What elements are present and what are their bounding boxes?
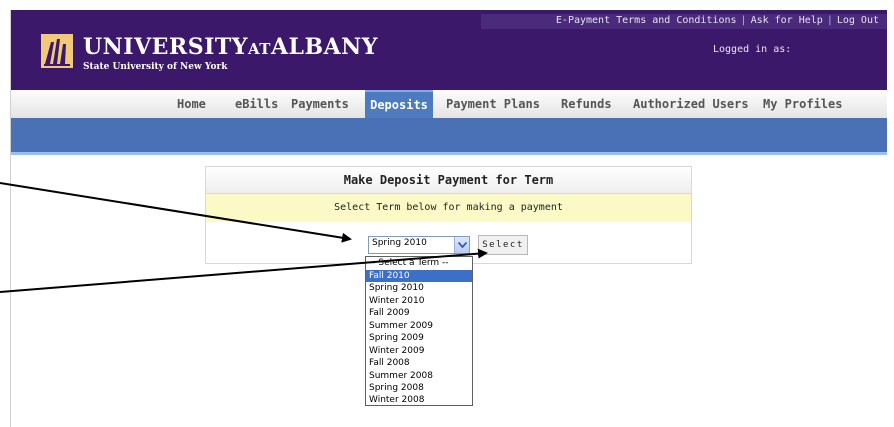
term-option[interactable]: Summer 2009	[366, 320, 472, 333]
term-option[interactable]: Spring 2008	[366, 382, 472, 395]
term-option[interactable]: -- Select a Term --	[366, 257, 472, 270]
university-name: UNIVERSITYATALBANY	[83, 34, 378, 60]
panel-title: Make Deposit Payment for Term	[206, 167, 691, 194]
tab-ebills[interactable]: eBills	[235, 90, 278, 118]
separator: |	[740, 15, 747, 26]
select-button[interactable]: Select	[478, 235, 528, 255]
tab-my-profiles[interactable]: My Profiles	[763, 90, 842, 118]
term-option[interactable]: Fall 2009	[366, 307, 472, 320]
term-option[interactable]: Spring 2009	[366, 332, 472, 345]
sub-nav-bar	[11, 118, 887, 155]
term-option[interactable]: Winter 2008	[366, 394, 472, 407]
main-nav: Home eBills Payments Deposits Payment Pl…	[11, 90, 887, 119]
panel-instruction: Select Term below for making a payment	[206, 194, 691, 222]
term-option[interactable]: Fall 2008	[366, 357, 472, 370]
logged-in-label: Logged in as:	[713, 44, 792, 55]
tab-home[interactable]: Home	[177, 90, 206, 118]
term-option[interactable]: Spring 2010	[366, 282, 472, 295]
ask-for-help-link[interactable]: Ask for Help	[751, 15, 823, 26]
term-option[interactable]: Winter 2009	[366, 345, 472, 358]
term-select[interactable]: Spring 2010	[368, 236, 470, 254]
log-out-link[interactable]: Log Out	[837, 15, 879, 26]
separator: |	[826, 15, 833, 26]
tab-authorized-users[interactable]: Authorized Users	[633, 90, 749, 118]
epayment-terms-link[interactable]: E-Payment Terms and Conditions	[556, 15, 737, 26]
term-option[interactable]: Summer 2008	[366, 370, 472, 383]
term-option-highlighted[interactable]: Fall 2010	[366, 269, 472, 282]
university-seal-icon	[41, 34, 73, 68]
tab-payments[interactable]: Payments	[291, 90, 349, 118]
tab-deposits[interactable]: Deposits	[365, 90, 433, 118]
term-select-value: Spring 2010	[372, 238, 427, 248]
chevron-down-icon[interactable]	[454, 237, 469, 253]
deposit-panel: Make Deposit Payment for Term Select Ter…	[205, 166, 692, 264]
tab-refunds[interactable]: Refunds	[561, 90, 612, 118]
university-subtitle: State University of New York	[83, 62, 228, 72]
term-option[interactable]: Winter 2010	[366, 295, 472, 308]
page: E-Payment Terms and Conditions | Ask for H…	[10, 10, 887, 427]
tab-payment-plans[interactable]: Payment Plans	[446, 90, 540, 118]
top-links: E-Payment Terms and Conditions | Ask for H…	[556, 15, 879, 29]
site-header: E-Payment Terms and Conditions | Ask for H…	[11, 10, 887, 90]
term-dropdown-list[interactable]: -- Select a Term -- Fall 2010 Spring 201…	[365, 256, 473, 406]
